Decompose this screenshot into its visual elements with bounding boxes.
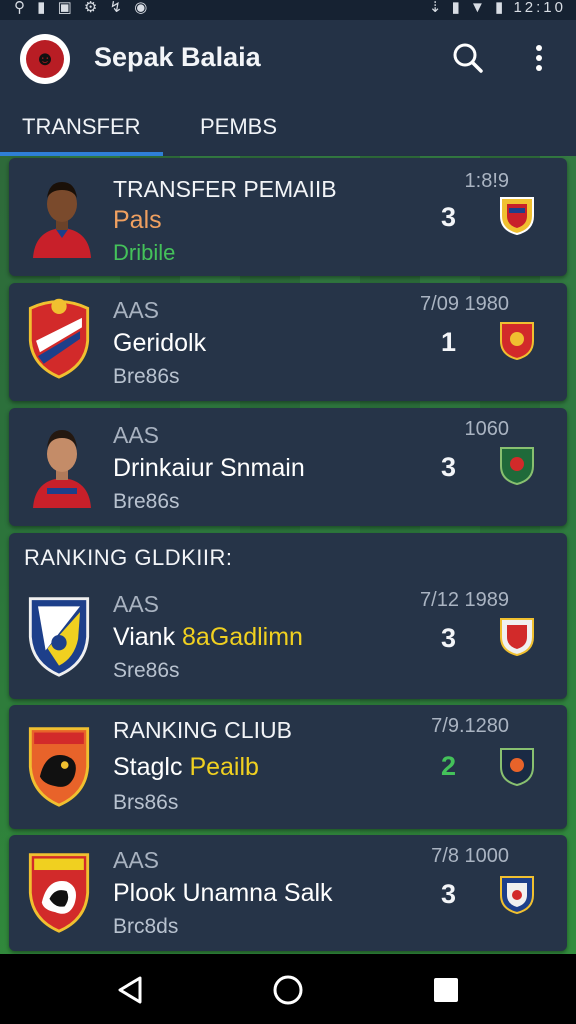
card-score: 2 xyxy=(441,751,457,781)
back-icon[interactable] xyxy=(112,972,148,1008)
club-crest-icon xyxy=(28,853,90,933)
card-status: Bre86s xyxy=(113,490,180,513)
tab-pembs[interactable]: PEMBS xyxy=(200,98,277,156)
card-status: Bre86s xyxy=(113,365,180,388)
card-name: Pals xyxy=(113,206,162,234)
card-name: Drinkaiur Snmain xyxy=(113,454,305,482)
section-title: RANKING GLDKIIR: xyxy=(24,545,233,570)
card-score: 3 xyxy=(441,879,457,909)
more-vert-icon[interactable] xyxy=(524,38,554,78)
tab-bar: TRANSFER PEMBS xyxy=(0,98,576,156)
club-crest-icon xyxy=(28,727,90,807)
card-heading: RANKING CLIUB xyxy=(113,717,292,743)
player-avatar xyxy=(33,182,91,258)
card-meta: 1:8!9 xyxy=(464,170,509,192)
status-time: 12:10 xyxy=(513,0,566,16)
card-meta: 7/8 1000 xyxy=(431,845,509,867)
card-meta: 7/9.1280 xyxy=(431,715,509,737)
card-score: 3 xyxy=(441,202,457,232)
ranking-card[interactable]: AAS Plook Unamna Salk Brc8ds 7/8 1000 3 xyxy=(9,835,567,951)
search-icon[interactable] xyxy=(448,38,488,78)
card-heading: AAS xyxy=(113,847,160,873)
recents-icon[interactable] xyxy=(428,972,464,1008)
card-status: Brc8ds xyxy=(113,915,179,938)
club-crest-icon xyxy=(28,597,90,677)
app-title: Sepak Balaia xyxy=(94,42,261,72)
card-heading: AAS xyxy=(113,422,160,448)
app-logo-icon: ☻ xyxy=(20,34,70,84)
transfer-card[interactable]: AAS Geridolk Bre86s 7/09 1980 1 xyxy=(9,283,567,401)
ranking-card[interactable]: RANKING CLIUB Staglc Peailb Brs86s 7/9.1… xyxy=(9,705,567,829)
card-name: Geridolk xyxy=(113,329,207,357)
club-badge-icon xyxy=(500,876,534,915)
card-meta: 1060 xyxy=(464,418,510,440)
transfer-card[interactable]: TRANSFER PEMAIIB Pals Dribile 1:8!9 3 xyxy=(9,158,567,276)
club-crest-icon xyxy=(28,298,90,379)
club-badge-icon xyxy=(500,322,534,361)
card-score: 3 xyxy=(441,623,457,653)
status-icons-right: ⇣ ▮ ▼ ▮ xyxy=(428,0,507,16)
card-name: Staglc Peailb xyxy=(113,753,259,781)
card-name: Plook Unamna Salk xyxy=(113,879,333,907)
club-badge-icon xyxy=(500,447,534,486)
home-icon[interactable] xyxy=(270,972,306,1008)
card-status: Brs86s xyxy=(113,791,179,814)
ranking-card[interactable]: RANKING GLDKIIR: AAS Viank 8aGadlimn Sre… xyxy=(9,533,567,699)
card-score: 3 xyxy=(441,452,457,482)
card-score: 1 xyxy=(441,327,457,357)
player-avatar xyxy=(33,430,91,508)
card-status: Dribile xyxy=(113,240,176,265)
card-heading: AAS xyxy=(113,297,160,323)
card-heading: AAS xyxy=(113,591,160,617)
card-meta: 7/12 1989 xyxy=(420,589,509,611)
tab-indicator xyxy=(0,152,163,156)
status-bar: ⚲ ▮ ▣ ⚙ ↯ ◉ ⇣ ▮ ▼ ▮ 12:10 xyxy=(0,0,576,20)
tab-transfer[interactable]: TRANSFER xyxy=(22,98,141,156)
app-bar: ☻ Sepak Balaia xyxy=(0,20,576,98)
system-nav-bar xyxy=(0,954,576,1024)
card-heading: TRANSFER PEMAIIB xyxy=(113,176,337,202)
card-status: Sre86s xyxy=(113,659,180,682)
status-right: ⇣ ▮ ▼ ▮ 12:10 xyxy=(429,0,566,16)
club-badge-icon xyxy=(500,618,534,657)
card-name: Viank 8aGadlimn xyxy=(113,623,303,651)
club-badge-icon xyxy=(500,748,534,787)
card-meta: 7/09 1980 xyxy=(420,293,509,315)
transfer-card[interactable]: AAS Drinkaiur Snmain Bre86s 1060 3 xyxy=(9,408,567,526)
club-badge-icon xyxy=(500,197,534,236)
status-icons-left: ⚲ ▮ ▣ ⚙ ↯ ◉ xyxy=(14,0,152,16)
